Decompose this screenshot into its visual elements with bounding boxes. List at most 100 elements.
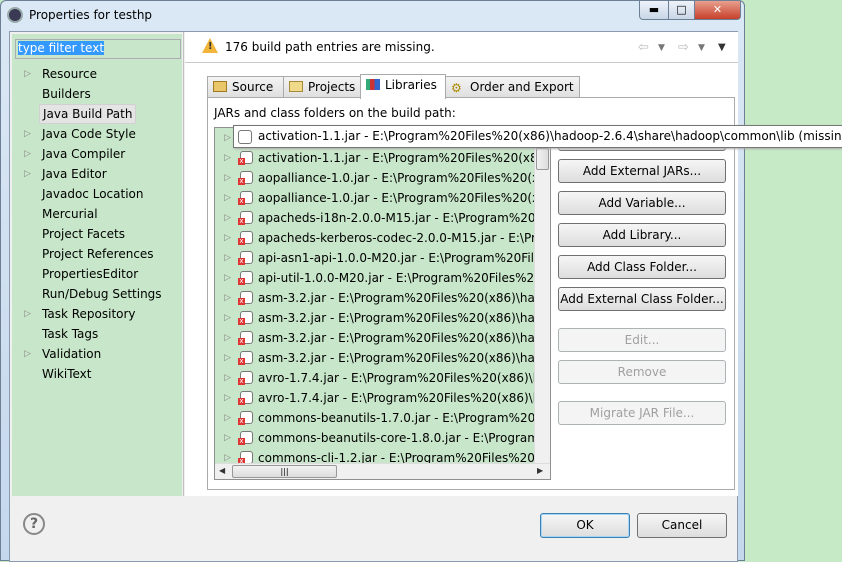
minimize-button[interactable]: ▬: [639, 1, 669, 20]
close-button[interactable]: ✕: [694, 1, 741, 20]
tab-source[interactable]: Source: [207, 76, 284, 98]
ok-button[interactable]: OK: [540, 513, 630, 538]
entry-label: apacheds-i18n-2.0.0-M15.jar - E:\Program…: [258, 211, 543, 225]
tree-item-label: Project Facets: [42, 227, 125, 241]
list-item[interactable]: ▷ aopalliance-1.0.jar - E:\Program%20File…: [215, 168, 547, 188]
list-item[interactable]: ▷ aopalliance-1.0.jar - E:\Program%20File…: [215, 188, 547, 208]
list-item[interactable]: ▷ commons-beanutils-core-1.8.0.jar - E:\P…: [215, 428, 545, 448]
panel-label: JARs and class folders on the build path…: [214, 106, 456, 120]
jar-missing-icon: [238, 211, 253, 225]
tab-libraries[interactable]: Libraries: [360, 74, 446, 99]
entry-label: asm-3.2.jar - E:\Program%20Files%20(x86)…: [258, 331, 543, 345]
jar-missing-icon: [238, 191, 253, 205]
jar-missing-icon: [238, 371, 253, 385]
list-item[interactable]: ▷ avro-1.7.4.jar - E:\Program%20Files%20(…: [215, 388, 548, 408]
warning-icon: !: [202, 38, 218, 53]
list-item[interactable]: ▷ asm-3.2.jar - E:\Program%20Files%20(x86…: [215, 288, 545, 308]
jar-missing-icon: [238, 351, 253, 365]
back-icon[interactable]: ⇦: [638, 40, 649, 55]
list-item[interactable]: ▷ apacheds-i18n-2.0.0-M15.jar - E:\Progra…: [215, 208, 545, 228]
maximize-button[interactable]: □: [668, 1, 695, 20]
list-item[interactable]: ▷ asm-3.2.jar - E:\Program%20Files%20(x86…: [215, 328, 545, 348]
tab-projects[interactable]: Projects: [283, 76, 361, 98]
expand-icon[interactable]: ▷: [224, 428, 231, 448]
list-item[interactable]: ▷ commons-beanutils-1.7.0.jar - E:\Progra…: [215, 408, 545, 428]
jar-missing-icon: [238, 129, 252, 144]
tree-item-label: Java Editor: [42, 167, 107, 181]
expand-icon[interactable]: ▷: [24, 124, 31, 144]
property-page-tree: ▷ Resource Builders Java Build Path ▷ Java Co…: [16, 64, 180, 494]
expand-icon[interactable]: ▷: [224, 248, 231, 268]
right-pane: ! 176 build path entries are missing. ⇦ …: [185, 32, 738, 496]
expand-icon[interactable]: ▷: [224, 368, 231, 388]
entry-label: asm-3.2.jar - E:\Program%20Files%20(x86)…: [258, 311, 543, 325]
entry-label: activation-1.1.jar - E:\Program%20Files%…: [258, 151, 550, 165]
cancel-button[interactable]: Cancel: [637, 513, 727, 538]
entry-label: asm-3.2.jar - E:\Program%20Files%20(x86)…: [258, 351, 543, 365]
remove-button[interactable]: Remove: [558, 360, 726, 384]
jar-missing-icon: [238, 331, 253, 345]
filter-input[interactable]: type filter text: [15, 39, 181, 59]
tooltip: activation-1.1.jar - E:\Program%20Files%…: [233, 125, 842, 148]
edit-button[interactable]: Edit...: [558, 328, 726, 352]
add-external-jars-button[interactable]: Add External JARs...: [558, 159, 726, 183]
list-item[interactable]: ▷ activation-1.1.jar - E:\Program%20Files…: [215, 148, 550, 168]
expand-icon[interactable]: ▷: [24, 64, 31, 84]
properties-dialog: Properties for testhp ▬ □ ✕ type filter …: [0, 0, 745, 562]
tree-item-label: Java Build Path: [39, 104, 137, 124]
expand-icon[interactable]: ▷: [224, 228, 231, 248]
jar-missing-icon: [238, 391, 253, 405]
expand-icon[interactable]: ▷: [24, 144, 31, 164]
list-item[interactable]: ▷ asm-3.2.jar - E:\Program%20Files%20(x86…: [215, 348, 545, 368]
vertical-scrollbar[interactable]: [534, 128, 550, 463]
tab-order-and-export[interactable]: ⚙ Order and Export: [445, 76, 580, 98]
sash[interactable]: [183, 32, 184, 496]
expand-icon[interactable]: ▷: [224, 348, 231, 368]
expand-icon[interactable]: ▷: [224, 268, 231, 288]
forward-menu-icon[interactable]: ▼: [698, 43, 705, 53]
jar-missing-icon: [238, 231, 253, 245]
jar-missing-icon: [238, 151, 253, 165]
source-folder-icon: [213, 81, 227, 92]
expand-icon[interactable]: ▷: [24, 164, 31, 184]
back-menu-icon[interactable]: ▼: [658, 43, 665, 53]
help-icon[interactable]: ?: [23, 513, 45, 535]
list-item[interactable]: ▷ asm-3.2.jar - E:\Program%20Files%20(x86…: [215, 308, 545, 328]
tree-item-label: Task Repository: [42, 307, 136, 321]
left-pane: type filter text ▷ Resource Builders Java B…: [12, 34, 182, 496]
tree-item-label: PropertiesEditor: [42, 267, 139, 281]
h-scrollbar-thumb[interactable]: |||: [232, 465, 337, 478]
expand-icon[interactable]: ▷: [224, 388, 231, 408]
list-item[interactable]: ▷ api-util-1.0.0-M20.jar - E:\Program%20F…: [215, 268, 545, 288]
expand-icon[interactable]: ▷: [224, 148, 231, 168]
add-class-folder-button[interactable]: Add Class Folder...: [558, 255, 726, 279]
list-item[interactable]: ▷ apacheds-kerberos-codec-2.0.0-M15.jar -…: [215, 228, 545, 248]
scrollbar-thumb[interactable]: [536, 148, 549, 170]
build-path-list[interactable]: ▷ activation-1.1.jar - E:\Program%20Files…: [214, 127, 551, 480]
migrate-jar-file-button[interactable]: Migrate JAR File...: [558, 401, 726, 425]
add-external-class-folder-button[interactable]: Add External Class Folder...: [558, 287, 726, 311]
jar-missing-icon: [238, 311, 253, 325]
expand-icon[interactable]: ▷: [24, 344, 31, 364]
expand-icon[interactable]: ▷: [224, 188, 231, 208]
expand-icon[interactable]: ▷: [224, 308, 231, 328]
horizontal-scrollbar[interactable]: ◀ ||| ▶: [215, 463, 550, 479]
entry-label: aopalliance-1.0.jar - E:\Program%20Files…: [258, 191, 547, 205]
expand-icon[interactable]: ▷: [224, 168, 231, 188]
entry-label: avro-1.7.4.jar - E:\Program%20Files%20(x…: [258, 371, 548, 385]
add-library-button[interactable]: Add Library...: [558, 223, 726, 247]
expand-icon[interactable]: ▷: [224, 328, 231, 348]
expand-icon[interactable]: ▷: [224, 288, 231, 308]
list-item[interactable]: ▷ avro-1.7.4.jar - E:\Program%20Files%20(…: [215, 368, 548, 388]
forward-icon[interactable]: ⇨: [678, 40, 689, 55]
expand-icon[interactable]: ▷: [24, 304, 31, 324]
tree-item-label: Javadoc Location: [42, 187, 144, 201]
entry-label: api-util-1.0.0-M20.jar - E:\Program%20Fi…: [258, 271, 542, 285]
expand-icon[interactable]: ▷: [224, 408, 231, 428]
view-menu-icon[interactable]: ▼: [718, 42, 726, 53]
list-item[interactable]: ▷ api-asn1-api-1.0.0-M20.jar - E:\Program…: [215, 248, 545, 268]
expand-icon[interactable]: ▷: [224, 208, 231, 228]
tree-item-label: Project References: [42, 247, 154, 261]
add-variable-button[interactable]: Add Variable...: [558, 191, 726, 215]
expand-icon[interactable]: ▷: [224, 128, 231, 148]
